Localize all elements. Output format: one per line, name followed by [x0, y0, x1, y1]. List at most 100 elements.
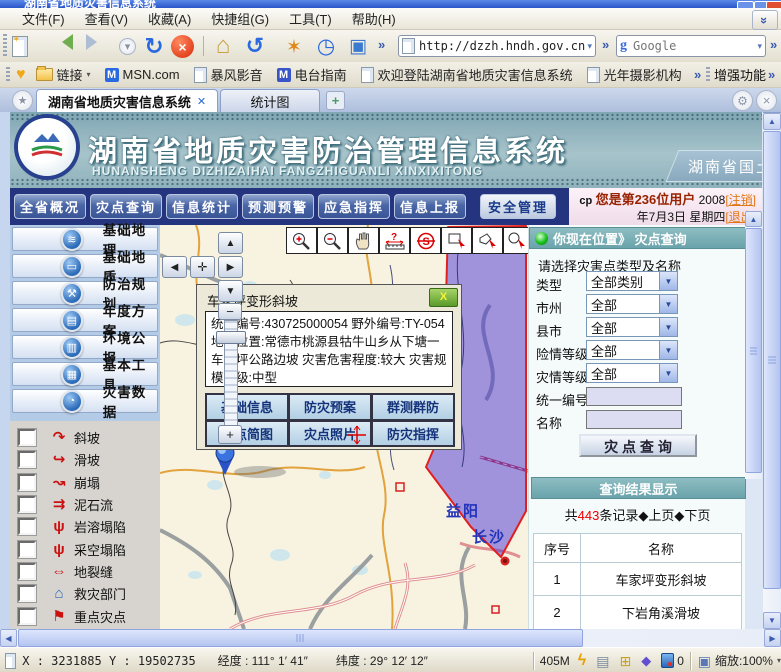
pan-tool[interactable]	[348, 227, 379, 254]
lightning-icon[interactable]: ϟ	[578, 653, 586, 669]
search-dropdown-icon[interactable]: ▾	[757, 41, 762, 52]
extensions-overflow-icon[interactable]: »	[768, 68, 775, 81]
layer-checkbox[interactable]	[18, 518, 36, 535]
tab-hunan-gis[interactable]: 湖南省地质灾害信息系统 ✕	[36, 89, 218, 112]
popup-close-button[interactable]: X	[429, 288, 458, 307]
next-page-link[interactable]: ◆下页	[674, 508, 710, 523]
nav-overview[interactable]: 全省概况	[14, 194, 86, 219]
popup-basic-info-button[interactable]: 基础信息	[206, 394, 288, 420]
name-input[interactable]	[586, 410, 682, 429]
layer-checkbox[interactable]	[18, 563, 36, 580]
settings-button[interactable]: ⚙	[732, 90, 753, 111]
bookmark-radio[interactable]: M电台指南	[273, 64, 351, 85]
download-counter-icon[interactable]	[661, 653, 674, 668]
sidebar-item-disaster-data[interactable]: ◔灾害数据	[12, 389, 158, 413]
query-button[interactable]: 灾 点 查 询	[579, 434, 697, 457]
undo-button[interactable]: ↺	[242, 33, 268, 59]
inner-scroll-thumb[interactable]	[745, 228, 762, 473]
row-name[interactable]: 下岩角溪滑坡	[581, 596, 742, 630]
pan-down-button[interactable]: ▼	[218, 280, 243, 302]
nav-statistics[interactable]: 信息统计	[166, 194, 238, 219]
nav-security[interactable]: 安全管理	[480, 194, 556, 219]
extensions-grip[interactable]	[706, 67, 710, 83]
row-name[interactable]: 车家坪变形斜坡	[581, 563, 742, 596]
tab-close-icon[interactable]: ✕	[197, 95, 206, 108]
popup-command-button[interactable]: 防灾指挥	[372, 421, 454, 447]
history-button[interactable]: ◷	[314, 34, 338, 58]
extensions-label[interactable]: 增强功能	[714, 65, 766, 84]
scroll-right-button[interactable]: ▶	[764, 629, 781, 647]
toolbar-overflow-icon[interactable]: »	[378, 38, 385, 51]
toolbar-grip[interactable]	[3, 34, 7, 58]
bookmark-msn[interactable]: MMSN.com	[101, 66, 184, 83]
select-polygon-tool[interactable]	[472, 227, 503, 254]
refresh-button[interactable]: ↻	[141, 33, 167, 59]
vertical-scrollbar[interactable]: ▲ ▼	[763, 113, 781, 629]
bookmark-baofeng[interactable]: 暴风影音	[190, 64, 267, 85]
zoom-in-tool[interactable]	[286, 227, 317, 254]
inner-scrollbar[interactable]: ▲	[745, 211, 762, 479]
pan-left-button[interactable]: ◀	[162, 256, 187, 278]
layer-checkbox[interactable]	[18, 541, 36, 558]
zoom-slider-minus-button[interactable]: −	[218, 303, 242, 320]
favorites-star-button[interactable]: ★	[12, 90, 33, 111]
zoom-slider-handle[interactable]	[216, 331, 246, 344]
popup-prevention-plan-button[interactable]: 防灾预案	[289, 394, 371, 420]
layer-checkbox[interactable]	[18, 451, 36, 468]
nav-emergency[interactable]: 应急指挥	[318, 194, 390, 219]
close-tab-button[interactable]: ×	[756, 90, 777, 111]
tab-statistics[interactable]: 统计图	[220, 89, 320, 112]
nav-disaster-query[interactable]: 灾点查询	[90, 194, 162, 219]
bookmark-guangnian[interactable]: 光年摄影机构	[583, 64, 686, 85]
pan-up-button[interactable]: ▲	[218, 232, 243, 254]
address-overflow-icon[interactable]: »	[602, 38, 609, 51]
county-select[interactable]: 全部▼	[586, 317, 678, 337]
bookmarks-grip[interactable]	[6, 67, 10, 83]
layer-checkbox[interactable]	[18, 429, 36, 446]
scroll-up-button[interactable]: ▲	[763, 113, 781, 130]
pan-right-button[interactable]: ▶	[218, 256, 243, 278]
bookmark-hunan-gis[interactable]: 欢迎登陆湖南省地质灾害信息系统	[357, 64, 577, 85]
layer-checkbox[interactable]	[18, 608, 36, 625]
select-arrow-icon[interactable]: ▼	[659, 272, 677, 290]
menu-favorites[interactable]: 收藏(A)	[138, 7, 201, 30]
layer-checkbox[interactable]	[18, 474, 36, 491]
new-window-icon[interactable]: ⊞	[620, 654, 632, 668]
disaster-level-select[interactable]: 全部▼	[586, 363, 678, 383]
diamond-icon[interactable]: ◆	[641, 654, 651, 667]
logout-link[interactable]: [注销]	[725, 193, 756, 207]
scroll-left-button[interactable]: ◀	[0, 629, 17, 647]
new-page-button[interactable]: ✶	[12, 35, 36, 57]
links-folder[interactable]: 链接 ▾	[32, 64, 95, 85]
scroll-thumb[interactable]	[763, 131, 781, 589]
zoom-out-tool[interactable]	[317, 227, 348, 254]
city-select[interactable]: 全部▼	[586, 294, 678, 314]
forward-button[interactable]	[86, 34, 105, 50]
menu-file[interactable]: 文件(F)	[12, 7, 75, 30]
stop-button[interactable]: ×	[171, 35, 194, 58]
back-button[interactable]	[54, 34, 73, 50]
pan-center-button[interactable]: ✛	[190, 256, 215, 278]
prev-page-link[interactable]: ◆上页	[638, 508, 674, 523]
bookmarks-overflow-icon[interactable]: »	[694, 68, 701, 81]
magic-wand-button[interactable]: ✶	[282, 35, 306, 59]
nav-report[interactable]: 信息上报	[394, 194, 466, 219]
address-input[interactable]	[415, 38, 587, 54]
inner-scroll-up-button[interactable]: ▲	[745, 211, 762, 227]
select-rectangle-tool[interactable]	[441, 227, 472, 254]
new-tab-button[interactable]: +	[326, 91, 345, 110]
menu-tools[interactable]: 工具(T)	[279, 7, 342, 30]
layer-checkbox[interactable]	[18, 585, 36, 602]
select-circle-tool[interactable]	[503, 227, 528, 254]
type-select[interactable]: 全部类别▼	[586, 271, 678, 291]
clear-selection-tool[interactable]: S	[410, 227, 441, 254]
unified-id-input[interactable]	[586, 387, 682, 406]
nav-forecast[interactable]: 预测预警	[242, 194, 314, 219]
horizontal-scrollbar[interactable]: ◀ ▶	[0, 629, 781, 647]
zoom-dropdown-icon[interactable]: ▾	[777, 656, 781, 665]
popup-group-monitor-button[interactable]: 群测群防	[372, 394, 454, 420]
measure-tool[interactable]: ?	[379, 227, 410, 254]
search-input[interactable]	[627, 38, 757, 54]
printer-icon[interactable]: ▤	[596, 654, 609, 668]
menu-view[interactable]: 查看(V)	[75, 7, 138, 30]
